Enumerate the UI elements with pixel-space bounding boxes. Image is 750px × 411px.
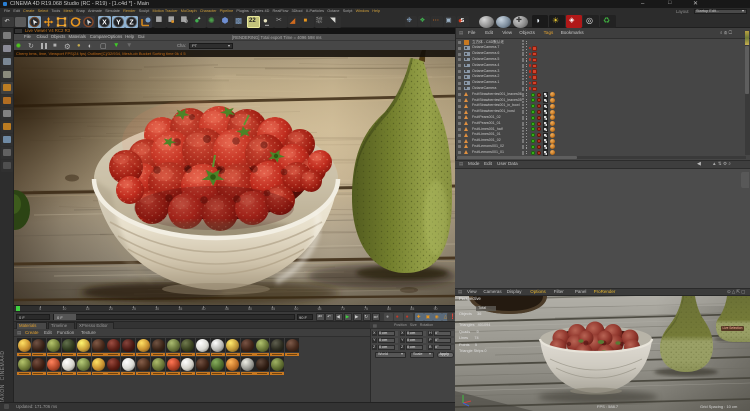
svg-text:Y: Y <box>116 19 121 26</box>
svg-text:Z: Z <box>129 19 134 26</box>
svg-text:X: X <box>102 19 107 26</box>
